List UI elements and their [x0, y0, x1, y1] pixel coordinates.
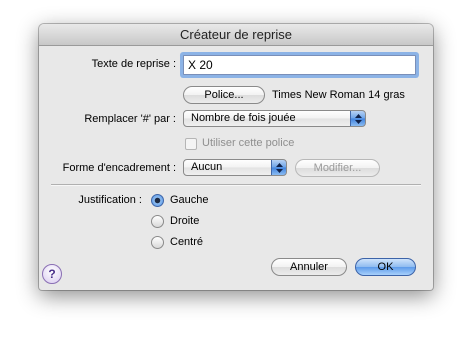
utiliser-cette-police-checkbox[interactable]: [185, 138, 197, 150]
justification-label: Justification :: [78, 194, 142, 206]
utiliser-cette-police-label: Utiliser cette police: [202, 137, 295, 149]
separator: [51, 184, 421, 186]
texte-de-reprise-input[interactable]: [183, 55, 416, 75]
remplacer-label: Remplacer '#' par :: [84, 113, 176, 125]
font-info-text: Times New Roman 14 gras: [272, 89, 405, 101]
forme-encadrement-popup[interactable]: Aucun: [183, 159, 287, 176]
radio-gauche[interactable]: [151, 194, 164, 207]
remplacer-popup[interactable]: Nombre de fois jouée: [183, 110, 366, 127]
modifier-button[interactable]: Modifier...: [295, 159, 380, 177]
radio-centre[interactable]: [151, 236, 164, 249]
help-icon[interactable]: ?: [42, 264, 62, 284]
remplacer-popup-value: Nombre de fois jouée: [191, 112, 296, 124]
police-button[interactable]: Police...: [183, 86, 265, 104]
forme-encadrement-popup-value: Aucun: [191, 161, 223, 173]
updown-arrows-icon: [350, 111, 365, 126]
updown-arrows-icon: [271, 160, 286, 175]
radio-droite-label: Droite: [170, 215, 200, 227]
cancel-button[interactable]: Annuler: [271, 258, 347, 276]
texte-de-reprise-label: Texte de reprise :: [91, 58, 176, 70]
ok-button[interactable]: OK: [355, 258, 416, 276]
dialog-window: Créateur de reprise Texte de reprise : P…: [39, 24, 433, 290]
radio-droite[interactable]: [151, 215, 164, 228]
radio-centre-label: Centré: [170, 236, 204, 248]
window-title: Créateur de reprise: [39, 24, 433, 46]
radio-gauche-label: Gauche: [170, 194, 209, 206]
forme-encadrement-label: Forme d'encadrement :: [62, 162, 176, 174]
